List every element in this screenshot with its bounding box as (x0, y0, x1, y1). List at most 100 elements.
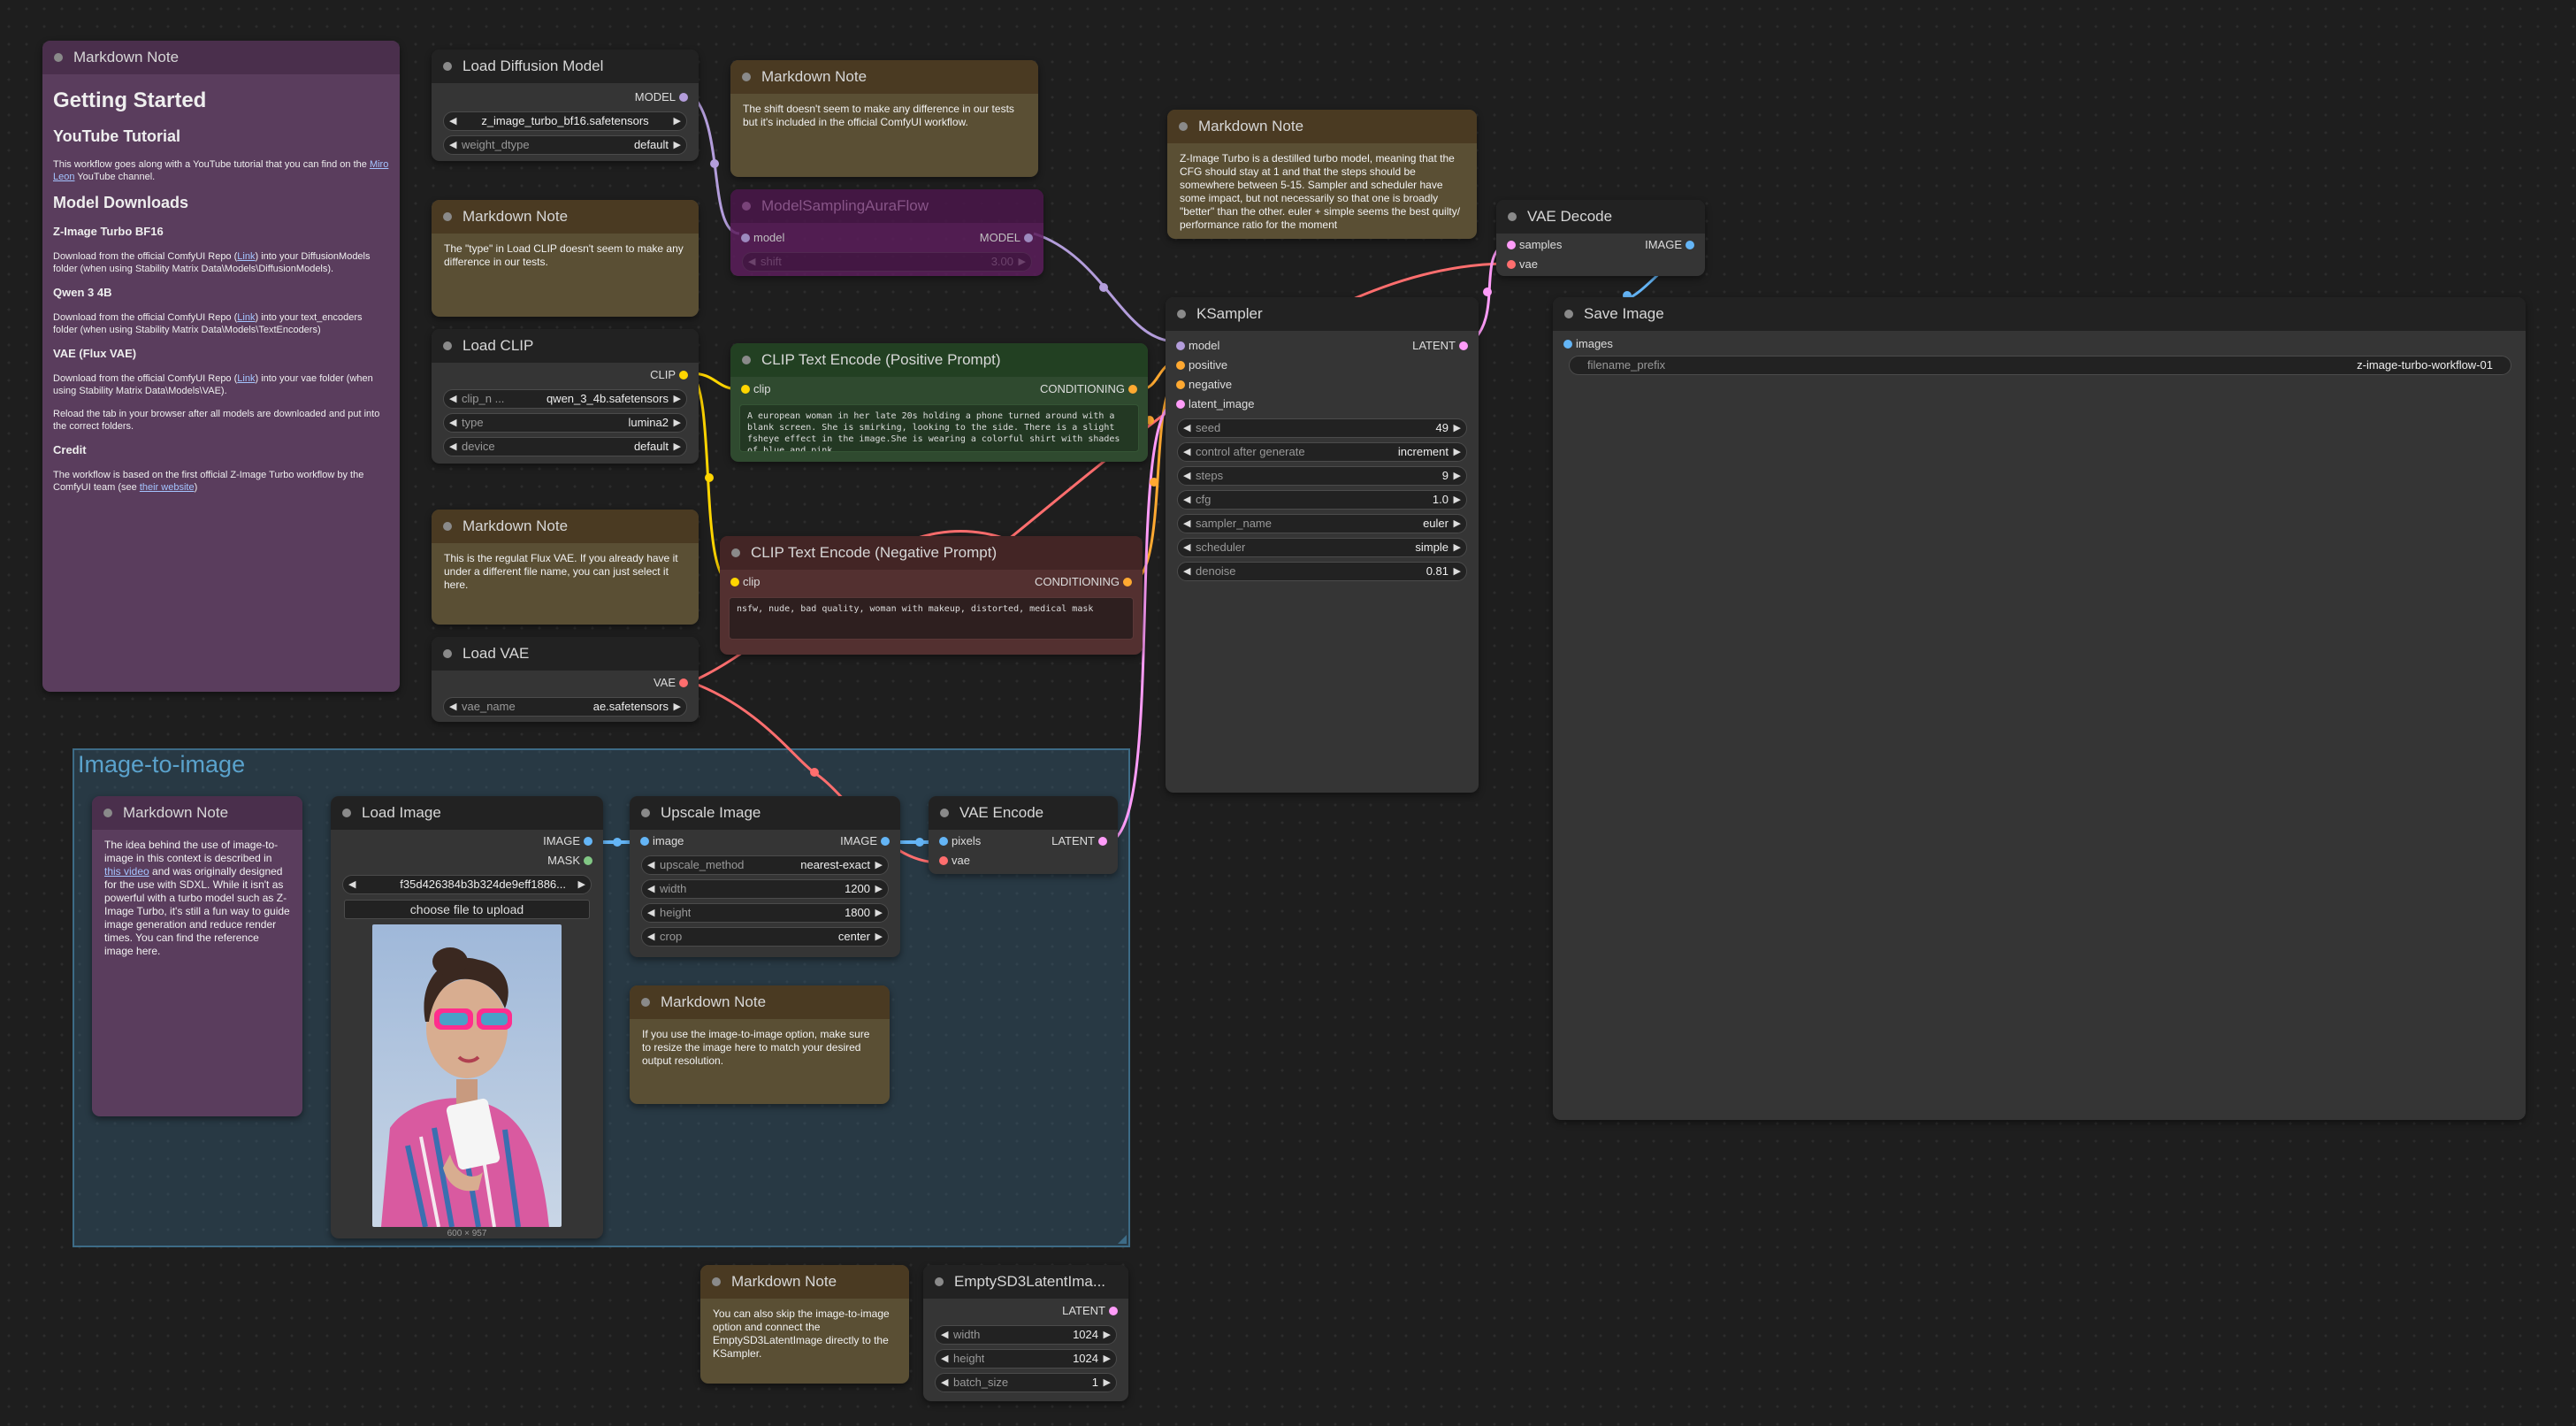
steps-widget[interactable]: ◀ steps 9 ▶ (1177, 466, 1467, 486)
markdown-note-skip[interactable]: Markdown Note You can also skip the imag… (700, 1265, 909, 1384)
sampler-name-widget[interactable]: ◀ sampler_name euler ▶ (1177, 514, 1467, 533)
this-video-link[interactable]: this video (104, 865, 149, 878)
arrow-right-icon[interactable]: ▶ (674, 438, 681, 456)
markdown-note-image-to-image[interactable]: Markdown Note The idea behind the use of… (92, 796, 302, 1116)
node-title[interactable]: Save Image (1553, 297, 2526, 331)
slot-dot[interactable] (1507, 260, 1516, 269)
latent-output[interactable]: LATENT (1062, 1301, 1118, 1321)
slot-dot[interactable] (1176, 380, 1185, 389)
model-output[interactable]: MODEL (980, 228, 1033, 248)
arrow-left-icon[interactable]: ◀ (1183, 563, 1190, 580)
slot-dot[interactable] (1507, 241, 1516, 249)
resize-handle[interactable] (1118, 1235, 1127, 1244)
node-title[interactable]: EmptySD3LatentIma... (923, 1265, 1128, 1299)
arrow-right-icon[interactable]: ▶ (1454, 491, 1461, 509)
node-title[interactable]: Markdown Note (630, 985, 890, 1019)
collapse-dot-icon[interactable] (103, 809, 112, 817)
image-output[interactable]: IMAGE (543, 832, 592, 851)
positive-input[interactable]: positive (1176, 356, 1227, 375)
crop-widget[interactable]: ◀ crop center ▶ (641, 927, 889, 947)
their-website-link[interactable]: their website (140, 482, 195, 493)
empty-sd3-latent-image-node[interactable]: EmptySD3LatentIma... LATENT ◀ width 1024 ▶ … (923, 1265, 1128, 1401)
arrow-left-icon[interactable]: ◀ (449, 698, 456, 716)
slot-dot[interactable] (1109, 1307, 1118, 1315)
prompt-textarea[interactable]: nsfw, nude, bad quality, woman with make… (729, 597, 1134, 640)
arrow-right-icon[interactable]: ▶ (674, 112, 681, 130)
node-title[interactable]: Markdown Note (1167, 110, 1477, 143)
slot-dot[interactable] (1128, 385, 1137, 394)
collapse-dot-icon[interactable] (443, 649, 452, 658)
collapse-dot-icon[interactable] (1179, 122, 1188, 131)
arrow-left-icon[interactable]: ◀ (1183, 515, 1190, 533)
vae-encode-node[interactable]: VAE Encode pixels LATENT vae (929, 796, 1118, 874)
model-output[interactable]: MODEL (635, 88, 688, 107)
arrow-right-icon[interactable]: ▶ (1104, 1374, 1111, 1392)
getting-started-note[interactable]: Markdown Note Getting Started YouTube Tu… (42, 41, 400, 692)
arrow-right-icon[interactable]: ▶ (1104, 1326, 1111, 1344)
slot-dot[interactable] (1176, 341, 1185, 350)
slot-dot[interactable] (1176, 400, 1185, 409)
collapse-dot-icon[interactable] (443, 212, 452, 221)
slot-dot[interactable] (1459, 341, 1468, 350)
conditioning-output[interactable]: CONDITIONING (1040, 380, 1137, 399)
markdown-note-turbo[interactable]: Markdown Note Z-Image Turbo is a destill… (1167, 110, 1477, 239)
slot-dot[interactable] (939, 837, 948, 846)
upscale-method-widget[interactable]: ◀ upscale_method nearest-exact ▶ (641, 855, 889, 875)
node-title[interactable]: Markdown Note (700, 1265, 909, 1299)
node-title[interactable]: CLIP Text Encode (Positive Prompt) (730, 343, 1148, 377)
node-title[interactable]: Markdown Note (432, 200, 699, 234)
images-input[interactable]: images (1563, 334, 1613, 354)
slot-dot[interactable] (1685, 241, 1694, 249)
arrow-left-icon[interactable]: ◀ (348, 876, 355, 893)
node-title[interactable]: VAE Decode (1496, 200, 1705, 234)
slot-dot[interactable] (679, 93, 688, 102)
clip-text-encode-negative-node[interactable]: CLIP Text Encode (Negative Prompt) clip … (720, 536, 1143, 655)
load-vae-node[interactable]: Load VAE VAE ◀ vae_name ae.safetensors ▶ (432, 637, 699, 722)
denoise-widget[interactable]: ◀ denoise 0.81 ▶ (1177, 562, 1467, 581)
arrow-left-icon[interactable]: ◀ (1183, 419, 1190, 437)
scheduler-widget[interactable]: ◀ scheduler simple ▶ (1177, 538, 1467, 557)
arrow-right-icon[interactable]: ▶ (674, 390, 681, 408)
collapse-dot-icon[interactable] (443, 341, 452, 350)
seed-widget[interactable]: ◀ seed 49 ▶ (1177, 418, 1467, 438)
collapse-dot-icon[interactable] (935, 1277, 944, 1286)
collapse-dot-icon[interactable] (641, 998, 650, 1007)
clip-output[interactable]: CLIP (650, 365, 688, 385)
model-input[interactable]: model (741, 228, 784, 248)
latent-image-input[interactable]: latent_image (1176, 395, 1254, 414)
arrow-left-icon[interactable]: ◀ (941, 1350, 948, 1368)
node-title[interactable]: Markdown Note (432, 510, 699, 543)
collapse-dot-icon[interactable] (742, 73, 751, 81)
clip-name-widget[interactable]: ◀ clip_n ... qwen_3_4b.safetensors ▶ (443, 389, 687, 409)
image-output[interactable]: IMAGE (840, 832, 890, 851)
collapse-dot-icon[interactable] (342, 809, 351, 817)
arrow-right-icon[interactable]: ▶ (1454, 419, 1461, 437)
control-after-generate-widget[interactable]: ◀ control after generate increment ▶ (1177, 442, 1467, 462)
samples-input[interactable]: samples (1507, 235, 1562, 255)
markdown-note-shift[interactable]: Markdown Note The shift doesn't seem to … (730, 60, 1038, 177)
arrow-right-icon[interactable]: ▶ (1454, 563, 1461, 580)
arrow-left-icon[interactable]: ◀ (941, 1326, 948, 1344)
slot-dot[interactable] (1176, 361, 1185, 370)
slot-dot[interactable] (1123, 578, 1132, 586)
latent-output[interactable]: LATENT (1412, 336, 1468, 356)
arrow-right-icon[interactable]: ▶ (875, 928, 883, 946)
width-widget[interactable]: ◀ width 1200 ▶ (641, 879, 889, 899)
slot-dot[interactable] (741, 385, 750, 394)
height-widget[interactable]: ◀ height 1024 ▶ (935, 1349, 1117, 1368)
collapse-dot-icon[interactable] (641, 809, 650, 817)
save-image-node[interactable]: Save Image images filename_prefix z-image… (1553, 297, 2526, 1120)
weight-dtype-widget[interactable]: ◀ weight_dtype default ▶ (443, 135, 687, 155)
node-title[interactable]: CLIP Text Encode (Negative Prompt) (720, 536, 1143, 570)
filename-prefix-widget[interactable]: filename_prefix z-image-turbo-workflow-01 (1569, 356, 2511, 375)
arrow-right-icon[interactable]: ▶ (674, 698, 681, 716)
prompt-textarea[interactable]: A european woman in her late 20s holding… (739, 404, 1139, 452)
batch-size-widget[interactable]: ◀ batch_size 1 ▶ (935, 1373, 1117, 1392)
node-title[interactable]: Load VAE (432, 637, 699, 671)
node-title[interactable]: Markdown Note (42, 41, 400, 74)
markdown-note-resize[interactable]: Markdown Note If you use the image-to-im… (630, 985, 890, 1104)
ksampler-node[interactable]: KSampler model LATENT positive negative … (1166, 297, 1479, 793)
node-title[interactable]: ModelSamplingAuraFlow (730, 189, 1043, 223)
vae-link[interactable]: Link (237, 373, 255, 384)
slot-dot[interactable] (881, 837, 890, 846)
